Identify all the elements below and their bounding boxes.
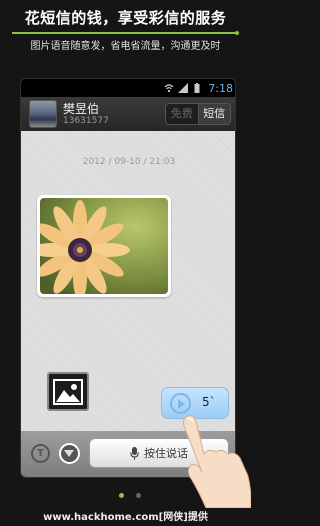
hand-pointer-graphic: [183, 415, 251, 508]
mode-free-button[interactable]: 免费: [166, 104, 198, 124]
promo-subtitle: 图片语音随意发，省电省流量，沟通更及时: [30, 41, 221, 52]
battery-icon: [194, 83, 200, 93]
signal-icon: [178, 83, 189, 93]
voice-duration: 5`: [202, 395, 216, 409]
contact-name: 樊昱伯: [63, 102, 100, 116]
expand-icon[interactable]: [59, 443, 80, 464]
contact-phone: 13631577: [63, 116, 109, 126]
page-indicator[interactable]: [136, 493, 141, 498]
message-timestamp: 2012 / 09-10 / 21:03: [82, 157, 176, 167]
image-picker-button[interactable]: [47, 372, 89, 411]
chat-header: 樊昱伯 13631577 免费 短信: [21, 97, 235, 131]
image-message[interactable]: [37, 195, 171, 297]
status-time: 7:18: [208, 81, 233, 95]
watermark: www.hackhome.com[网侠]提供: [43, 512, 208, 523]
play-icon[interactable]: [170, 393, 191, 414]
avatar[interactable]: [29, 100, 57, 128]
page-indicator-active: [119, 493, 124, 498]
image-icon: [53, 378, 83, 405]
wifi-icon: [164, 84, 174, 93]
message-mode-toggle[interactable]: 免费 短信: [165, 103, 231, 125]
status-bar: 7:18: [21, 79, 235, 97]
promo-divider: [12, 31, 239, 35]
mode-sms-button[interactable]: 短信: [197, 104, 230, 124]
promo-title: 花短信的钱，享受彩信的服务: [24, 9, 227, 27]
microphone-icon: [130, 446, 139, 460]
flower-photo: [40, 198, 168, 294]
text-mode-icon[interactable]: T: [31, 444, 50, 463]
